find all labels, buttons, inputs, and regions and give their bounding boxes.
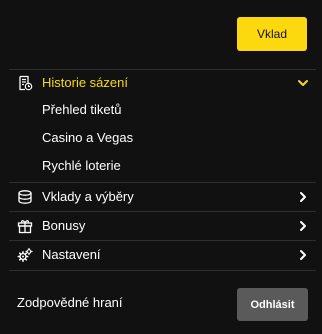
menu-item-betting-history[interactable]: Historie sázení <box>0 69 322 97</box>
submenu-item-ticket-overview[interactable]: Přehled tiketů <box>42 102 122 118</box>
menu-item-bonuses[interactable]: Bonusy <box>0 212 322 240</box>
divider <box>9 270 316 271</box>
gears-icon <box>17 247 33 263</box>
chevron-right-icon <box>297 220 309 232</box>
menu-item-label: Bonusy <box>42 218 86 233</box>
menu-item-label: Historie sázení <box>42 75 128 90</box>
account-menu-panel: Vklad Historie sázení Přehled tiketů Cas… <box>0 0 322 334</box>
submenu-item-casino-vegas[interactable]: Casino a Vegas <box>42 130 133 146</box>
menu-item-label: Vklady a výběry <box>42 189 134 204</box>
receipt-clock-icon <box>17 75 33 91</box>
responsible-gaming-link[interactable]: Zodpovědné hraní <box>17 295 123 311</box>
menu-item-deposits-withdrawals[interactable]: Vklady a výběry <box>0 183 322 211</box>
gift-icon <box>17 218 33 234</box>
chevron-right-icon <box>297 249 309 261</box>
chevron-down-icon <box>297 77 309 89</box>
logout-button[interactable]: Odhlásit <box>237 288 308 321</box>
chevron-right-icon <box>297 191 309 203</box>
submenu-item-quick-lotteries[interactable]: Rychlé loterie <box>42 158 121 174</box>
deposit-button[interactable]: Vklad <box>237 17 307 51</box>
menu-item-label: Nastavení <box>42 247 101 262</box>
menu-item-settings[interactable]: Nastavení <box>0 241 322 269</box>
coins-icon <box>17 189 33 205</box>
